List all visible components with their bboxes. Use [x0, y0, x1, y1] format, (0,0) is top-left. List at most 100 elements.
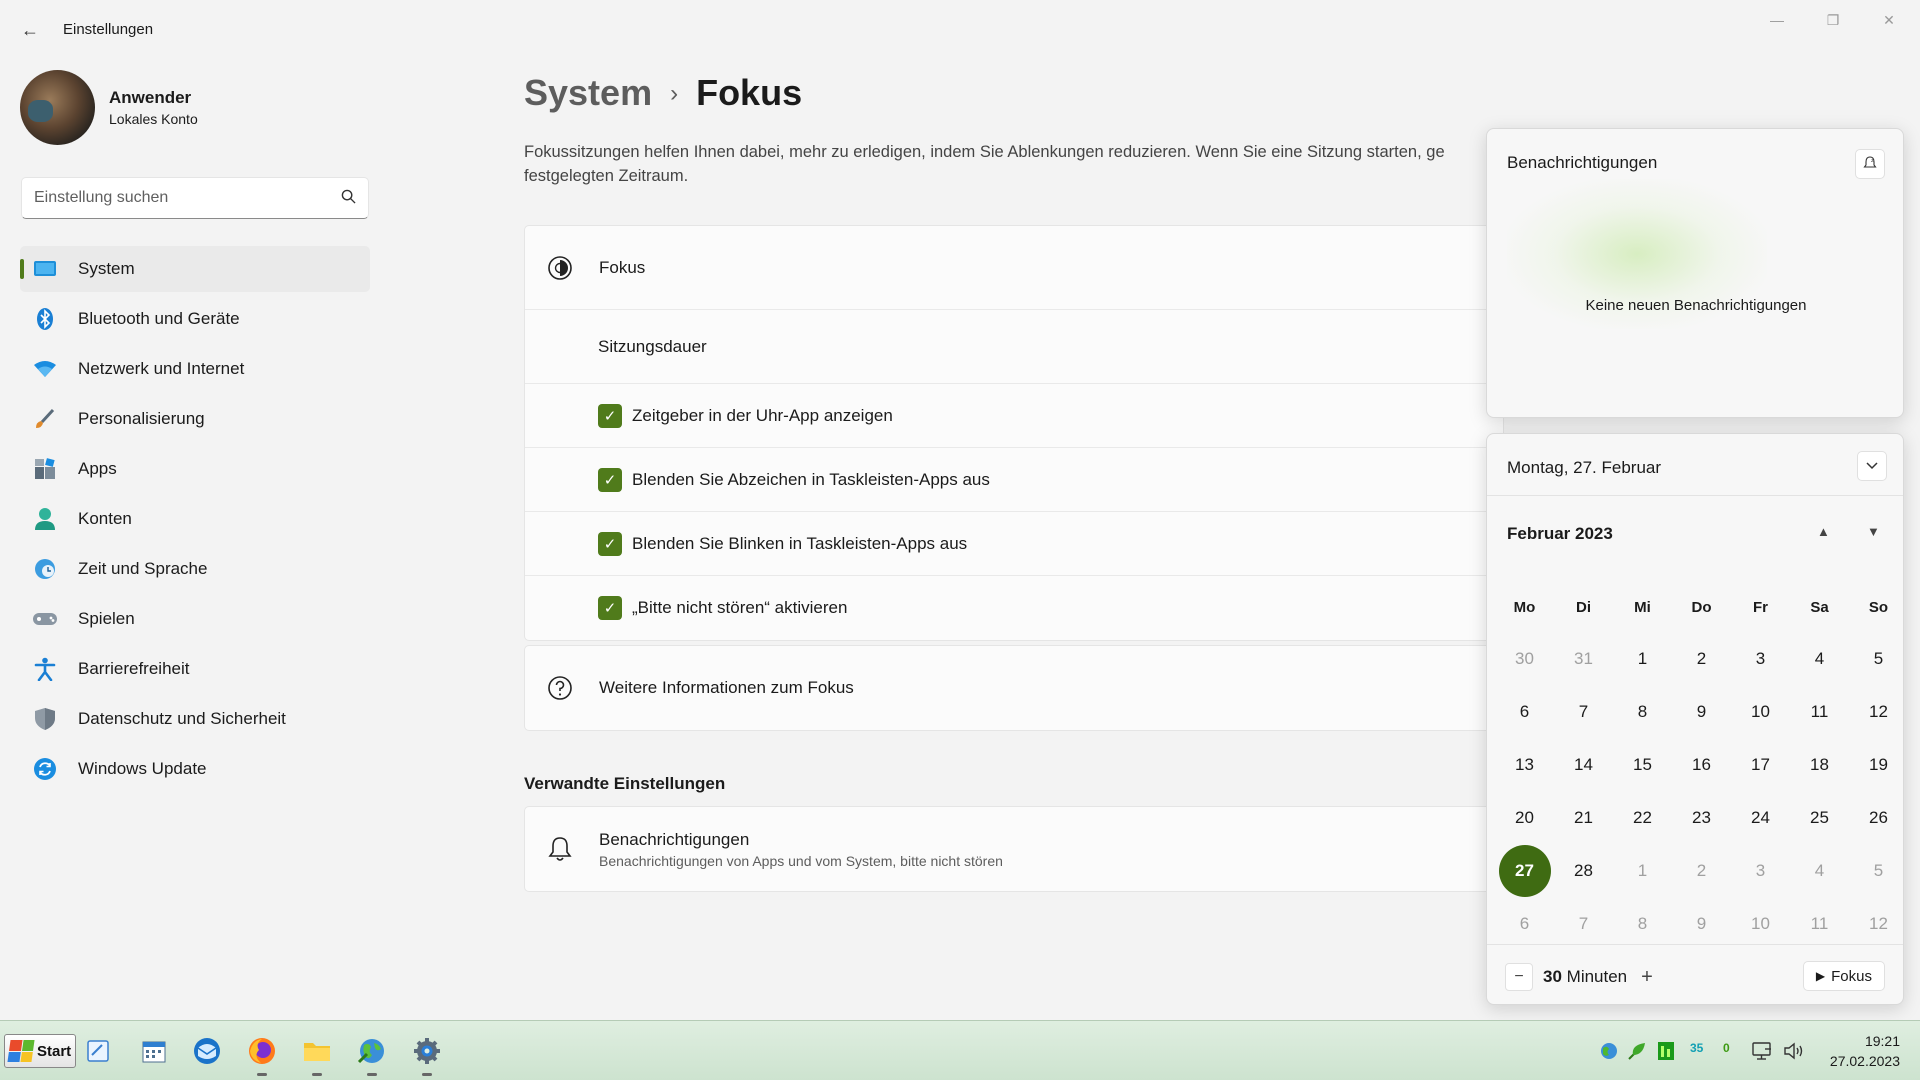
clock[interactable]: 19:21 27.02.2023 — [1830, 1031, 1900, 1071]
search-input[interactable]: Einstellung suchen — [21, 177, 369, 219]
next-month-button[interactable]: ▼ — [1867, 524, 1880, 539]
calendar-day[interactable]: 24 — [1731, 791, 1790, 844]
sidebar-item-bluetooth[interactable]: Bluetooth und Geräte — [20, 296, 370, 342]
do-not-disturb-button[interactable]: z — [1855, 149, 1885, 179]
calendar-day[interactable]: 21 — [1554, 791, 1613, 844]
calendar-day[interactable]: 5 — [1849, 632, 1903, 685]
option-row[interactable]: ✓ Blenden Sie Abzeichen in Taskleisten-A… — [525, 448, 1503, 512]
calendar-day[interactable]: 20 — [1495, 791, 1554, 844]
calendar-day[interactable]: 25 — [1790, 791, 1849, 844]
calendar-collapse-button[interactable] — [1857, 451, 1887, 481]
volume-icon[interactable] — [1782, 1037, 1806, 1065]
decrease-duration-button[interactable]: − — [1505, 963, 1533, 991]
calendar-day[interactable]: 3 — [1731, 632, 1790, 685]
calendar-day[interactable]: 16 — [1672, 738, 1731, 791]
calendar-day[interactable]: 13 — [1495, 738, 1554, 791]
calendar-day[interactable]: 3 — [1731, 844, 1790, 897]
option-row[interactable]: ✓ Zeitgeber in der Uhr-App anzeigen — [525, 384, 1503, 448]
calendar-day[interactable]: 18 — [1790, 738, 1849, 791]
back-button[interactable]: ← — [18, 18, 42, 42]
meter-tray-icon[interactable] — [1656, 1037, 1676, 1065]
minimize-button[interactable]: — — [1754, 8, 1800, 32]
calendar-day[interactable]: 11 — [1790, 685, 1849, 738]
info-row[interactable]: Weitere Informationen zum Fokus — [525, 646, 1503, 730]
calendar-day[interactable]: 7 — [1554, 897, 1613, 950]
calendar-day-today[interactable]: 27 — [1495, 844, 1554, 897]
calendar-day[interactable]: 31 — [1554, 632, 1613, 685]
user-profile[interactable]: Anwender Lokales Konto — [20, 70, 198, 145]
weekday-header: Fr — [1753, 598, 1768, 616]
checkbox-checked[interactable]: ✓ — [598, 467, 622, 492]
sidebar-item-network[interactable]: Netzwerk und Internet — [20, 346, 370, 392]
calendar-day[interactable]: 6 — [1495, 685, 1554, 738]
calendar-day[interactable]: 23 — [1672, 791, 1731, 844]
calendar-day[interactable]: 5 — [1849, 844, 1903, 897]
sidebar-item-gaming[interactable]: Spielen — [20, 596, 370, 642]
calendar-day[interactable]: 30 — [1495, 632, 1554, 685]
increase-duration-button[interactable]: + — [1633, 963, 1661, 991]
restore-button[interactable]: ❐ — [1810, 8, 1856, 32]
notepad-icon[interactable] — [80, 1033, 116, 1069]
previous-month-button[interactable]: ▲ — [1817, 524, 1830, 539]
calendar-day[interactable]: 2 — [1672, 844, 1731, 897]
close-button[interactable]: ✕ — [1866, 8, 1912, 32]
calendar-day[interactable]: 11 — [1790, 897, 1849, 950]
start-focus-button[interactable]: ▶ Fokus — [1802, 961, 1885, 991]
option-row[interactable]: ✓ Blenden Sie Blinken in Taskleisten-App… — [525, 512, 1503, 576]
calendar-day[interactable]: 10 — [1731, 897, 1790, 950]
calendar-day[interactable]: 1 — [1613, 844, 1672, 897]
calendar-day[interactable]: 2 — [1672, 632, 1731, 685]
calendar-day[interactable]: 12 — [1849, 685, 1903, 738]
network-globe-tray-icon[interactable] — [1598, 1037, 1620, 1065]
info-card[interactable]: Weitere Informationen zum Fokus — [524, 645, 1504, 731]
focus-header-row[interactable]: Fokus — [525, 226, 1503, 310]
update-icon — [32, 756, 58, 782]
calendar-day[interactable]: 14 — [1554, 738, 1613, 791]
calendar-day[interactable]: 4 — [1790, 632, 1849, 685]
globe-network-icon[interactable] — [354, 1033, 390, 1076]
calendar-day[interactable]: 8 — [1613, 897, 1672, 950]
checkbox-checked[interactable]: ✓ — [598, 531, 622, 556]
calendar-day[interactable]: 22 — [1613, 791, 1672, 844]
sidebar-item-apps[interactable]: Apps — [20, 446, 370, 492]
calendar-day[interactable]: 6 — [1495, 897, 1554, 950]
firefox-icon[interactable] — [244, 1033, 280, 1076]
calendar-day[interactable]: 19 — [1849, 738, 1903, 791]
calendar-day[interactable]: 9 — [1672, 897, 1731, 950]
calendar-day[interactable]: 8 — [1613, 685, 1672, 738]
checkbox-checked[interactable]: ✓ — [598, 596, 622, 620]
sidebar-item-windows-update[interactable]: Windows Update — [20, 746, 370, 792]
calendar-day[interactable]: 10 — [1731, 685, 1790, 738]
settings-gear-icon[interactable] — [409, 1033, 445, 1076]
calendar-month-label[interactable]: Februar 2023 — [1507, 524, 1613, 544]
breadcrumb-parent[interactable]: System — [524, 72, 652, 114]
checkbox-checked[interactable]: ✓ — [598, 403, 622, 428]
calendar-day[interactable]: 9 — [1672, 685, 1731, 738]
calendar-day[interactable]: 1 — [1613, 632, 1672, 685]
search-icon[interactable] — [341, 189, 356, 208]
start-button[interactable]: Start — [4, 1034, 76, 1068]
sidebar-item-time-language[interactable]: Zeit und Sprache — [20, 546, 370, 592]
tray-counter-a[interactable]: 35 — [1690, 1041, 1703, 1055]
calendar-day[interactable]: 17 — [1731, 738, 1790, 791]
thunderbird-icon[interactable] — [189, 1033, 225, 1069]
calendar-day[interactable]: 12 — [1849, 897, 1903, 950]
calendar-app-icon[interactable] — [136, 1033, 172, 1069]
option-row[interactable]: ✓ „Bitte nicht stören“ aktivieren — [525, 576, 1503, 640]
calendar-day[interactable]: 28 — [1554, 844, 1613, 897]
notifications-row[interactable]: Benachrichtigungen Benachrichtigungen vo… — [525, 807, 1503, 891]
calendar-day[interactable]: 4 — [1790, 844, 1849, 897]
calendar-day[interactable]: 26 — [1849, 791, 1903, 844]
tray-counter-b[interactable]: 0 — [1723, 1041, 1730, 1055]
leaf-tray-icon[interactable] — [1626, 1037, 1648, 1065]
calendar-day[interactable]: 15 — [1613, 738, 1672, 791]
sidebar-item-privacy[interactable]: Datenschutz und Sicherheit — [20, 696, 370, 742]
network-monitor-icon[interactable] — [1750, 1037, 1774, 1065]
related-card[interactable]: Benachrichtigungen Benachrichtigungen vo… — [524, 806, 1504, 892]
sidebar-item-accessibility[interactable]: Barrierefreiheit — [20, 646, 370, 692]
sidebar-item-system[interactable]: System — [20, 246, 370, 292]
sidebar-item-personalization[interactable]: Personalisierung — [20, 396, 370, 442]
sidebar-item-accounts[interactable]: Konten — [20, 496, 370, 542]
calendar-day[interactable]: 7 — [1554, 685, 1613, 738]
file-explorer-icon[interactable] — [299, 1033, 335, 1076]
